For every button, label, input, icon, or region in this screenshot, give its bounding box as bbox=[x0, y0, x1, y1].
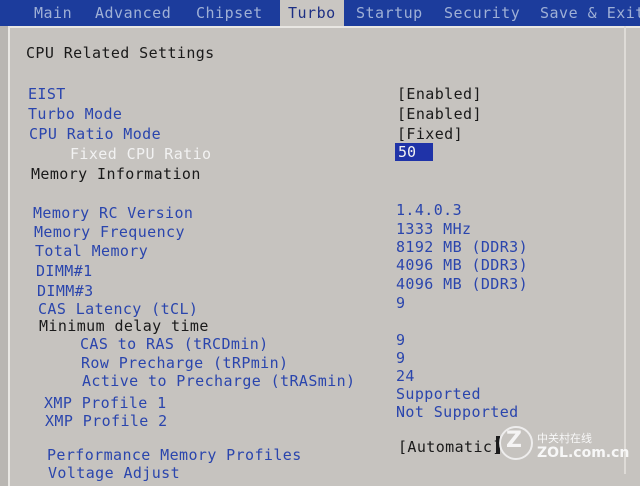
tab-security[interactable]: Security bbox=[444, 4, 520, 22]
memory-rc-version-label: Memory RC Version bbox=[33, 204, 194, 222]
turbo-mode-label[interactable]: Turbo Mode bbox=[28, 105, 122, 123]
row-precharge-label: Row Precharge (tRPmin) bbox=[81, 354, 289, 372]
minimum-delay-time-heading: Minimum delay time bbox=[39, 317, 209, 335]
total-memory-value: 8192 MB (DDR3) bbox=[396, 238, 529, 256]
dimm3-label: DIMM#3 bbox=[37, 282, 94, 300]
menu-tab-bar: Main Advanced Chipset Turbo Startup Secu… bbox=[0, 0, 640, 26]
performance-memory-profiles-label[interactable]: Performance Memory Profiles bbox=[47, 446, 302, 464]
active-to-precharge-value: 24 bbox=[396, 367, 415, 385]
cas-to-ras-label: CAS to RAS (tRCDmin) bbox=[80, 335, 269, 353]
tab-turbo[interactable]: Turbo bbox=[280, 0, 344, 26]
tab-main[interactable]: Main bbox=[34, 4, 72, 22]
eist-value[interactable]: [Enabled] bbox=[397, 85, 482, 103]
turbo-mode-value[interactable]: [Enabled] bbox=[397, 105, 482, 123]
xmp-profile-1-value: Supported bbox=[396, 385, 481, 403]
section-title: CPU Related Settings bbox=[26, 44, 215, 62]
cas-to-ras-value: 9 bbox=[396, 331, 406, 349]
voltage-adjust-label[interactable]: Voltage Adjust bbox=[48, 464, 180, 482]
xmp-profile-2-value: Not Supported bbox=[396, 403, 519, 421]
watermark-text: 中关村在线 bbox=[537, 432, 592, 445]
tab-save-exit[interactable]: Save & Exit bbox=[540, 4, 640, 22]
memory-frequency-label: Memory Frequency bbox=[34, 223, 185, 241]
dimm1-label: DIMM#1 bbox=[36, 262, 93, 280]
active-to-precharge-label: Active to Precharge (tRASmin) bbox=[82, 372, 356, 390]
memory-frequency-value: 1333 MHz bbox=[396, 220, 472, 238]
memory-rc-version-value: 1.4.0.3 bbox=[396, 201, 463, 219]
eist-label[interactable]: EIST bbox=[28, 85, 66, 103]
cpu-ratio-mode-label[interactable]: CPU Ratio Mode bbox=[29, 125, 161, 143]
zol-logo-letter: Z bbox=[506, 428, 522, 453]
cas-latency-value: 9 bbox=[396, 294, 406, 312]
cas-latency-label: CAS Latency (tCL) bbox=[38, 300, 199, 318]
panel-divider bbox=[624, 26, 626, 474]
fixed-cpu-ratio-input[interactable]: 50 bbox=[395, 143, 433, 161]
watermark: Z 中关村在线 ZOL.com.cn bbox=[497, 424, 637, 468]
dimm1-value: 4096 MB (DDR3) bbox=[396, 256, 529, 274]
total-memory-label: Total Memory bbox=[35, 242, 149, 260]
watermark-url: ZOL.com.cn bbox=[537, 445, 630, 461]
memory-information-heading: Memory Information bbox=[31, 165, 201, 183]
tab-chipset[interactable]: Chipset bbox=[196, 4, 263, 22]
xmp-profile-1-label: XMP Profile 1 bbox=[44, 394, 167, 412]
performance-memory-profiles-value[interactable]: [Automatic] bbox=[398, 438, 502, 456]
row-precharge-value: 9 bbox=[396, 349, 406, 367]
tab-advanced[interactable]: Advanced bbox=[95, 4, 171, 22]
cpu-ratio-mode-value[interactable]: [Fixed] bbox=[397, 125, 463, 143]
dimm3-value: 4096 MB (DDR3) bbox=[396, 275, 529, 293]
xmp-profile-2-label: XMP Profile 2 bbox=[45, 412, 168, 430]
fixed-cpu-ratio-label[interactable]: Fixed CPU Ratio bbox=[70, 145, 211, 163]
tab-startup[interactable]: Startup bbox=[356, 4, 423, 22]
